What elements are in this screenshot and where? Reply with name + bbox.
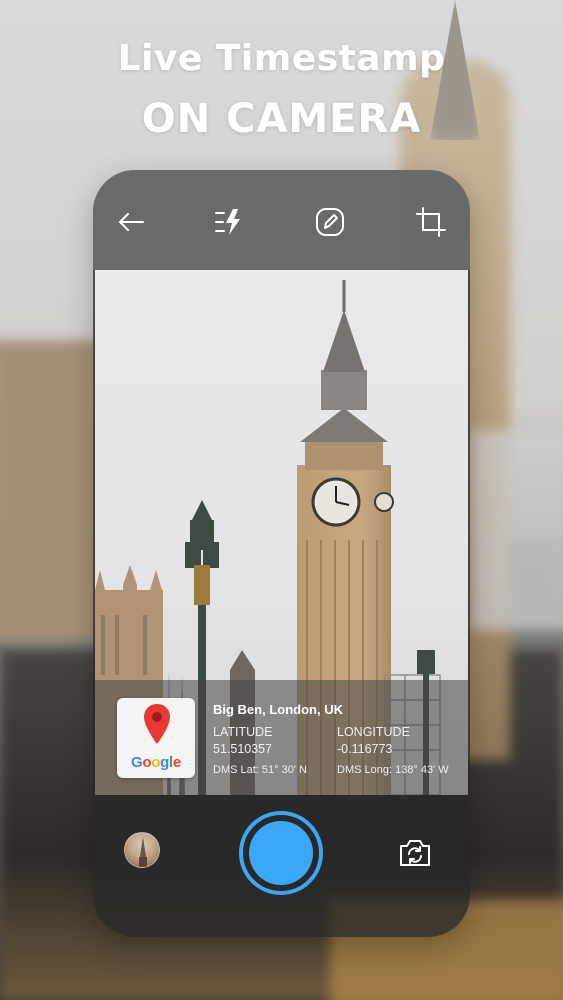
location-name: Big Ben, London, UK bbox=[213, 702, 343, 717]
longitude-label: LONGITUDE bbox=[337, 725, 410, 739]
map-card: Google bbox=[117, 698, 195, 778]
phone-mockup: Google Big Ben, London, UK LATITUDE 51.5… bbox=[93, 170, 470, 937]
google-logo: Google bbox=[131, 754, 181, 771]
flash-settings-icon[interactable] bbox=[213, 206, 245, 238]
longitude-value: -0.116773 bbox=[337, 742, 393, 756]
edit-icon[interactable] bbox=[314, 206, 346, 238]
latitude-value: 51.510357 bbox=[213, 742, 273, 756]
dms-latitude: DMS Lat: 51° 30' N bbox=[213, 764, 307, 776]
camera-controls bbox=[93, 795, 470, 937]
timestamp-overlay: Google Big Ben, London, UK LATITUDE 51.5… bbox=[95, 680, 468, 795]
camera-toolbar bbox=[93, 170, 470, 270]
shutter-button[interactable] bbox=[249, 821, 313, 885]
headline-line1: Live Timestamp bbox=[117, 38, 446, 79]
crop-icon[interactable] bbox=[415, 206, 447, 238]
flip-camera-icon[interactable] bbox=[397, 835, 433, 871]
latitude-label: LATITUDE bbox=[213, 725, 273, 739]
dms-longitude: DMS Long: 138° 43' W bbox=[337, 764, 449, 776]
map-pin-icon bbox=[144, 704, 170, 744]
gallery-thumbnail[interactable] bbox=[124, 832, 160, 868]
arrow-left-icon[interactable] bbox=[115, 206, 147, 238]
headline-line2: ON CAMERA bbox=[141, 96, 422, 142]
camera-viewfinder[interactable]: Google Big Ben, London, UK LATITUDE 51.5… bbox=[95, 270, 468, 795]
